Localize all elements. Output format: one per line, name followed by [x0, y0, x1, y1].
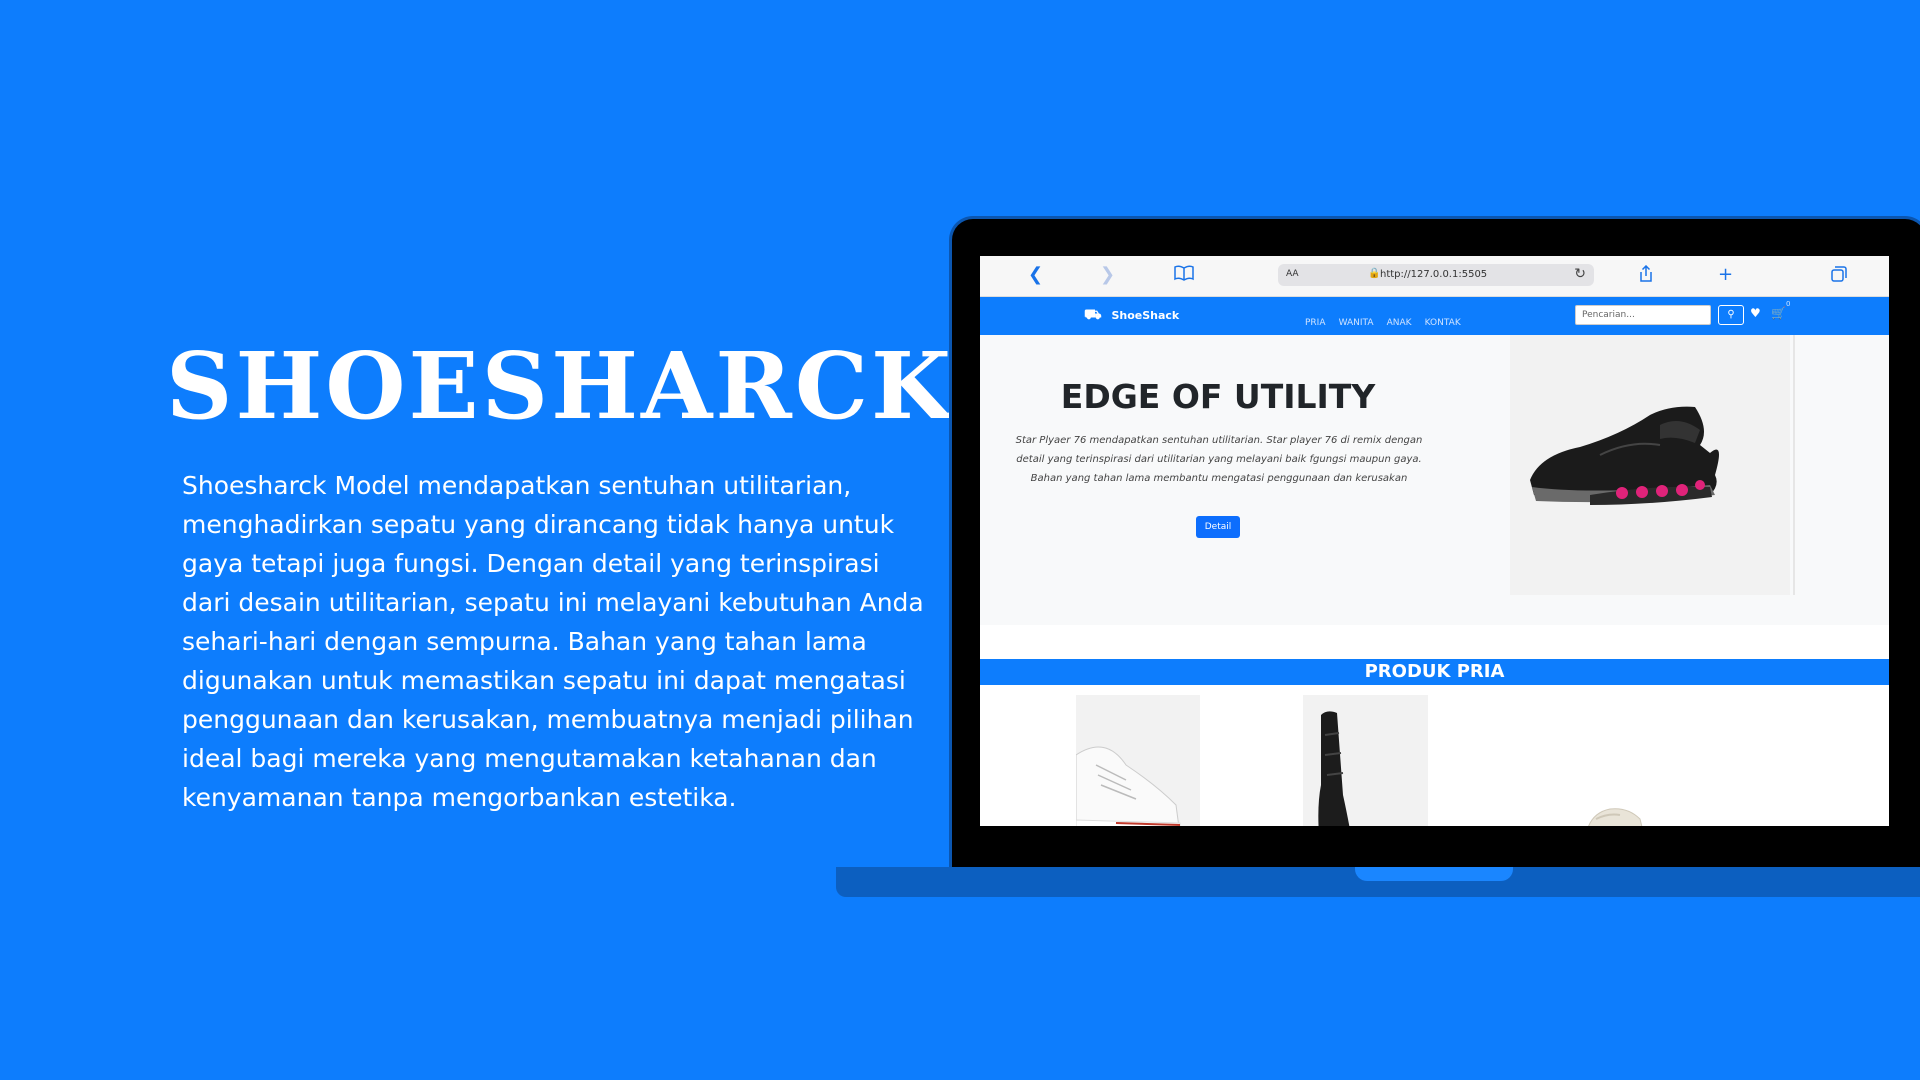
- brand-logo[interactable]: ⛟ ShoeShack: [1084, 307, 1179, 325]
- laptop-notch: [1355, 867, 1513, 881]
- promo-description: Shoesharck Model mendapatkan sentuhan ut…: [182, 471, 924, 812]
- tabs-icon[interactable]: [1830, 265, 1848, 288]
- cart-count: 0: [1786, 300, 1791, 308]
- nav-link-anak[interactable]: ANAK: [1387, 318, 1412, 328]
- share-icon[interactable]: [1638, 264, 1654, 288]
- black-boot-image: [1318, 711, 1350, 826]
- black-sneaker-image: [1530, 406, 1719, 505]
- search-button[interactable]: ⚲: [1718, 305, 1744, 325]
- brand-name: ShoeShack: [1111, 309, 1180, 322]
- heart-icon[interactable]: ♥: [1750, 306, 1761, 320]
- product-card[interactable]: [1076, 695, 1200, 826]
- detail-button[interactable]: Detail: [1196, 516, 1240, 538]
- laptop-screen: ❮ ❯ AA 🔒 http://127.0.0.1:5505 ↻ + ⛟ Sho…: [980, 256, 1889, 826]
- new-tab-icon[interactable]: +: [1718, 265, 1733, 285]
- banner-title: EDGE OF UTILITY: [1060, 377, 1376, 416]
- search-icon: ⚲: [1727, 309, 1735, 320]
- forward-icon[interactable]: ❯: [1100, 265, 1115, 285]
- white-sneaker-image: [1076, 746, 1181, 826]
- reload-icon[interactable]: ↻: [1574, 266, 1586, 282]
- reader-aa-button[interactable]: AA: [1286, 269, 1299, 279]
- product-card[interactable]: [1303, 695, 1428, 826]
- back-icon[interactable]: ❮: [1028, 265, 1043, 285]
- search-input[interactable]: Pencarian...: [1575, 305, 1711, 325]
- hero-banner: EDGE OF UTILITY Star Plyaer 76 mendapatk…: [980, 335, 1889, 625]
- banner-description: Star Plyaer 76 mendapatkan sentuhan util…: [1015, 435, 1423, 484]
- product-card[interactable]: [1548, 695, 1748, 826]
- nav-link-wanita[interactable]: WANITA: [1339, 318, 1374, 328]
- lock-icon: 🔒: [1368, 268, 1381, 279]
- truck-icon: ⛟: [1084, 307, 1102, 323]
- promo-title: SHOESHARCK: [166, 332, 955, 440]
- site-navbar: ⛟ ShoeShack PRIA WANITA ANAK KONTAK Penc…: [980, 297, 1889, 335]
- url-text[interactable]: http://127.0.0.1:5505: [1380, 269, 1487, 280]
- nav-link-pria[interactable]: PRIA: [1305, 318, 1326, 328]
- cream-sneaker-image: [1588, 808, 1643, 826]
- address-bar[interactable]: AA 🔒 http://127.0.0.1:5505 ↻: [1278, 264, 1594, 286]
- cart-icon[interactable]: 🛒: [1771, 306, 1786, 320]
- bookmarks-icon[interactable]: [1174, 265, 1194, 286]
- section-title: PRODUK PRIA: [980, 659, 1889, 685]
- hero-divider: [1793, 335, 1795, 595]
- nav-link-kontak[interactable]: KONTAK: [1425, 318, 1461, 328]
- hero-shoe-image: [1510, 335, 1790, 595]
- main-nav: PRIA WANITA ANAK KONTAK: [1305, 310, 1469, 329]
- browser-toolbar: ❮ ❯ AA 🔒 http://127.0.0.1:5505 ↻ +: [980, 256, 1889, 297]
